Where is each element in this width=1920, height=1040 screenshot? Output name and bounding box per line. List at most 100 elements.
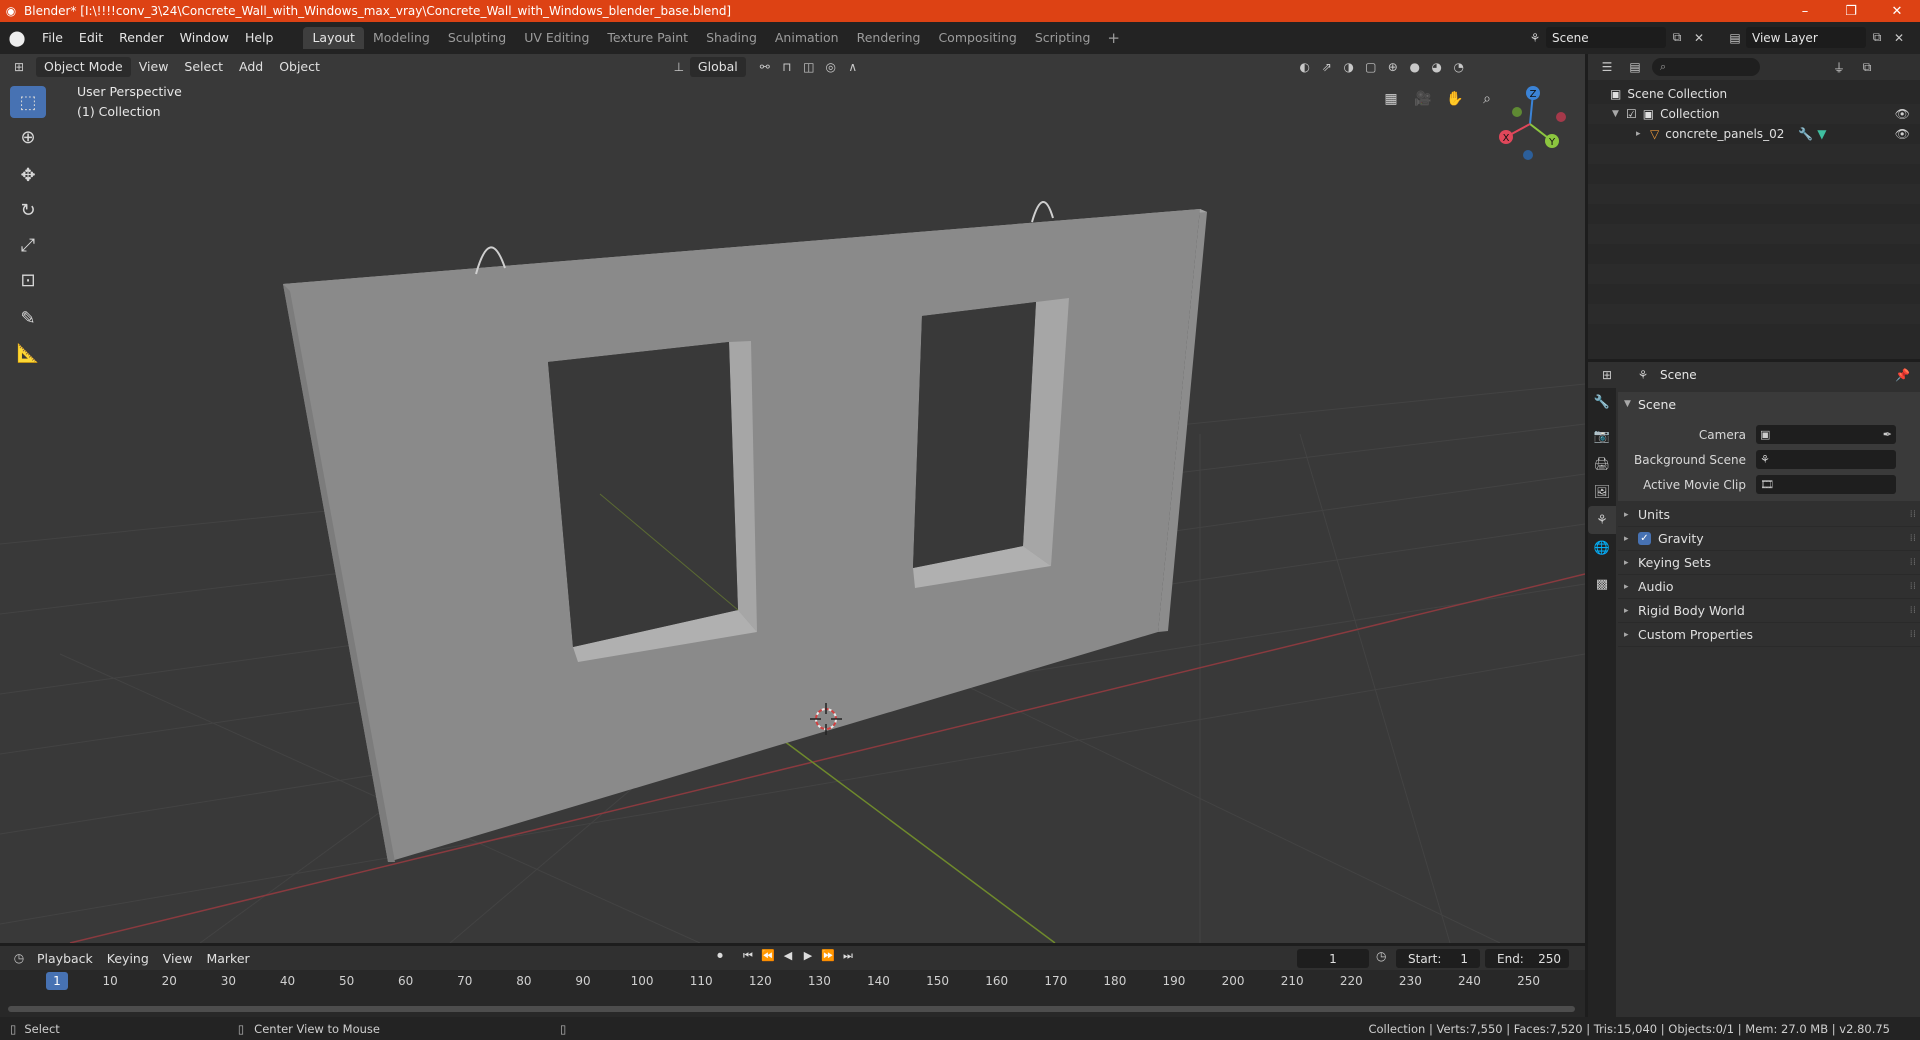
drag-handle-icon[interactable]: ⁞⁞ [1910,605,1916,616]
visibility-icon[interactable]: ◐ [1294,57,1316,78]
scene-tab-icon[interactable]: ⚘ [1588,506,1616,534]
transform-tool-icon[interactable]: ⊡ [10,264,46,296]
jump-end-icon[interactable]: ⏭ [838,949,858,963]
jump-start-icon[interactable]: ⏮ [738,949,758,963]
viewport-menu-object[interactable]: Object [271,57,328,77]
delete-view-layer-icon[interactable]: ✕ [1888,27,1910,48]
playhead-frame-indicator[interactable]: 1 [46,972,68,990]
move-tool-icon[interactable]: ✥ [10,159,46,191]
background-scene-field[interactable]: ⚘ [1756,450,1896,469]
play-icon[interactable]: ▶ [798,949,818,963]
3d-viewport[interactable]: ⊞ Object Mode View Select Add Object ⊥ G… [0,54,1585,943]
shading-material-icon[interactable]: ◕ [1426,57,1448,78]
xray-icon[interactable]: ▢ [1360,57,1382,78]
proportional-edit-icon[interactable]: ◎ [820,57,842,78]
tab-texture-paint[interactable]: Texture Paint [598,27,697,49]
toggle-grid-view-icon[interactable]: ▦ [1378,86,1404,112]
menu-file[interactable]: File [34,27,71,49]
blender-menu-icon[interactable]: ⬤ [0,29,34,47]
pin-icon[interactable]: 📌 [1895,368,1910,382]
camera-field[interactable]: ▣ ✒ [1756,425,1896,444]
timeline-menu-marker[interactable]: Marker [199,951,256,966]
camera-view-icon[interactable]: 🎥 [1410,86,1436,112]
play-reverse-icon[interactable]: ◀ [778,949,798,963]
keying-sets-panel-header[interactable]: ▸ Keying Sets ⁞⁞ [1618,551,1920,575]
start-frame-field[interactable]: Start: 1 [1396,949,1480,968]
timeline-scrollbar[interactable] [8,1006,1575,1012]
editor-type-icon[interactable]: ⊞ [8,57,30,78]
tab-animation[interactable]: Animation [766,27,848,49]
object-mode-dropdown[interactable]: Object Mode [36,57,131,77]
output-tab-icon[interactable]: 🖨 [1588,450,1616,478]
cursor-tool-icon[interactable]: ⊕ [10,121,46,153]
timeline-ruler[interactable]: 1 10 20 30 40 50 60 70 80 90 100 110 120 130 140 150 16… [0,970,1585,992]
tab-shading[interactable]: Shading [697,27,766,49]
jump-keyframe-back-icon[interactable]: ⏪ [758,949,778,963]
end-frame-field[interactable]: End: 250 [1485,949,1569,968]
shading-wireframe-icon[interactable]: ⊕ [1382,57,1404,78]
custom-properties-panel-header[interactable]: ▸ Custom Properties ⁞⁞ [1618,623,1920,647]
modifier-wrench-icon[interactable]: 🔧 [1798,127,1813,141]
tab-rendering[interactable]: Rendering [848,27,930,49]
record-icon[interactable]: ⏺ [710,949,730,963]
pan-view-icon[interactable]: ✋ [1442,86,1468,112]
new-view-layer-icon[interactable]: ⧉ [1866,27,1888,48]
add-workspace-icon[interactable]: + [1099,29,1128,47]
viewport-menu-select[interactable]: Select [176,57,231,77]
drag-handle-icon[interactable]: ⁞⁞ [1910,509,1916,520]
scale-tool-icon[interactable]: ⤢ [10,229,46,261]
outliner-row-object[interactable]: ▸ ▽ concrete_panels_02 🔧 ▼ 👁 [1588,124,1920,144]
new-collection-icon[interactable]: ⧉ [1856,57,1878,78]
rigid-body-world-panel-header[interactable]: ▸ Rigid Body World ⁞⁞ [1618,599,1920,623]
close-button[interactable]: ✕ [1874,0,1920,22]
drag-handle-icon[interactable]: ⁞⁞ [1910,533,1916,544]
drag-handle-icon[interactable]: ⁞⁞ [1910,629,1916,640]
outliner-row-collection[interactable]: ▼ ☑ ▣ Collection 👁 [1588,104,1920,124]
jump-keyframe-forward-icon[interactable]: ⏩ [818,949,838,963]
menu-window[interactable]: Window [172,27,237,49]
falloff-icon[interactable]: ∧ [842,57,864,78]
tab-sculpting[interactable]: Sculpting [439,27,515,49]
timeline-menu-keying[interactable]: Keying [100,951,156,966]
pivot-icon[interactable]: ⚯ [754,57,776,78]
maximize-button[interactable]: ❐ [1828,0,1874,22]
shading-solid-icon[interactable]: ● [1404,57,1426,78]
active-movie-clip-field[interactable]: 🎞 [1756,475,1896,494]
drag-handle-icon[interactable]: ⁞⁞ [1910,557,1916,568]
new-scene-icon[interactable]: ⧉ [1666,27,1688,48]
snap-target-icon[interactable]: ◫ [798,57,820,78]
gravity-panel-header[interactable]: ▸ ✓ Gravity ⁞⁞ [1618,527,1920,551]
audio-panel-header[interactable]: ▸ Audio ⁞⁞ [1618,575,1920,599]
world-tab-icon[interactable]: 🌐 [1588,534,1616,562]
rotate-tool-icon[interactable]: ↻ [10,194,46,226]
tool-tab-icon[interactable]: 🔧 [1588,388,1616,416]
menu-help[interactable]: Help [237,27,282,49]
current-frame-field[interactable]: 1 [1297,949,1369,968]
snap-icon[interactable]: ⊓ [776,57,798,78]
mesh-data-icon[interactable]: ▼ [1817,127,1826,141]
object-visibility-eye-icon[interactable]: 👁 [1895,127,1910,141]
collection-checkbox-icon[interactable]: ☑ [1626,107,1637,121]
minimize-button[interactable]: – [1782,0,1828,22]
filter-icon[interactable]: ⏚ [1828,57,1850,78]
outliner-row-scene-collection[interactable]: ▣ Scene Collection [1588,84,1920,104]
tab-uv-editing[interactable]: UV Editing [515,27,598,49]
tab-modeling[interactable]: Modeling [364,27,439,49]
select-box-tool-icon[interactable]: ⬚ [10,86,46,118]
outliner-search-input[interactable]: ⌕ [1652,58,1760,76]
view-layer-field[interactable]: View Layer [1746,27,1866,48]
tab-layout[interactable]: Layout [303,27,364,49]
timeline-editor-type-icon[interactable]: ◷ [8,948,30,969]
eyedropper-icon[interactable]: ✒ [1883,428,1892,441]
view-layer-icon[interactable]: ▤ [1724,27,1746,48]
units-panel-header[interactable]: ▸ Units ⁞⁞ [1618,503,1920,527]
render-tab-icon[interactable]: 📷 [1588,422,1616,450]
overlay-toggle-icon[interactable]: ◑ [1338,57,1360,78]
display-mode-icon[interactable]: ▤ [1624,57,1646,78]
collection-visibility-eye-icon[interactable]: 👁 [1895,107,1910,121]
preview-range-icon[interactable]: ◷ [1376,949,1386,963]
drag-handle-icon[interactable]: ⁞⁞ [1910,581,1916,592]
properties-editor-type-icon[interactable]: ⊞ [1596,365,1618,386]
timeline-menu-playback[interactable]: Playback [30,951,100,966]
scene-panel-header[interactable]: ▼ Scene [1618,392,1920,416]
